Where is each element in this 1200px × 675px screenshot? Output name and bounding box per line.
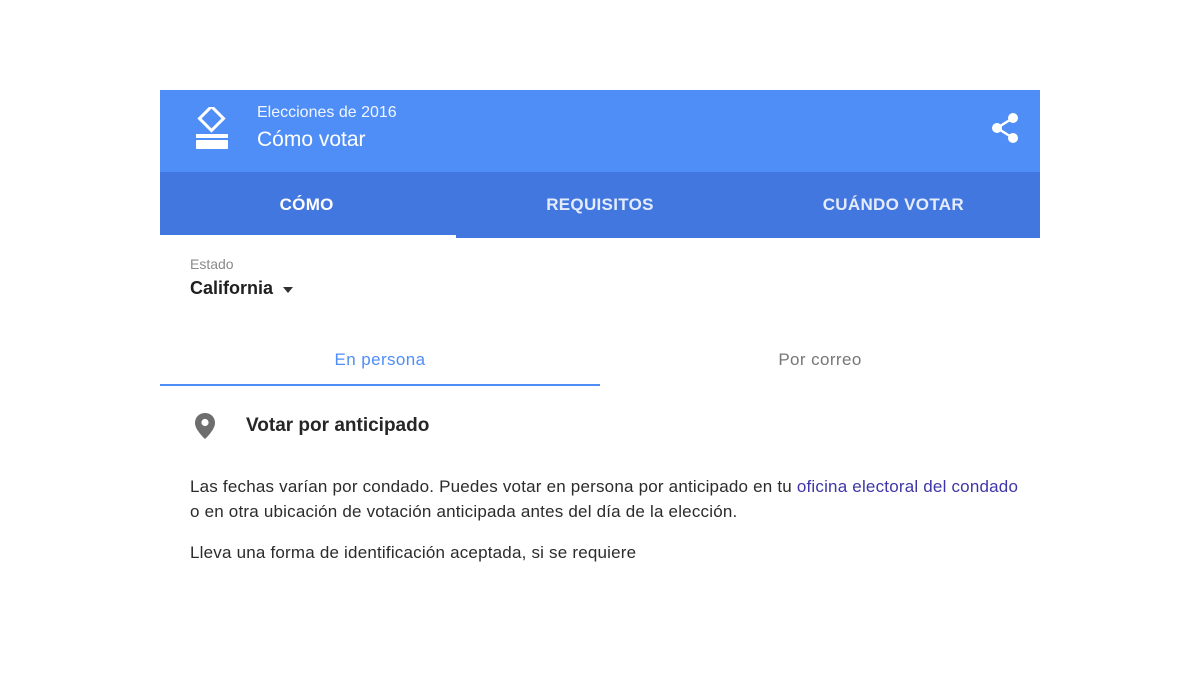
section-title: Votar por anticipado <box>246 415 430 436</box>
main-tabs: CÓMO REQUISITOS CUÁNDO VOTAR <box>160 172 1040 238</box>
id-requirement-text: Lleva una forma de identificación acepta… <box>190 543 637 562</box>
page-title: Cómo votar <box>257 128 366 151</box>
state-selector-block: Estado California <box>190 256 294 299</box>
share-icon[interactable] <box>990 112 1020 144</box>
state-value: California <box>190 278 274 298</box>
location-pin-icon <box>195 413 215 439</box>
tab-requisitos[interactable]: REQUISITOS <box>453 172 746 238</box>
county-election-office-link[interactable]: oficina electoral del condado <box>797 477 1018 496</box>
active-tab-indicator <box>160 235 456 238</box>
voting-mode-tabs: En persona Por correo <box>160 334 1040 386</box>
state-label: Estado <box>190 256 234 272</box>
tab-por-correo[interactable]: Por correo <box>600 334 1040 386</box>
early-voting-description: Las fechas varían por condado. Puedes vo… <box>190 474 1020 524</box>
para1-text-before: Las fechas varían por condado. Puedes vo… <box>190 477 797 496</box>
ballot-box-icon <box>196 107 228 149</box>
section-header: Votar por anticipado <box>194 412 429 440</box>
chevron-down-icon <box>283 286 294 293</box>
para1-text-after: o en otra ubicación de votación anticipa… <box>190 502 738 521</box>
header-subtitle: Elecciones de 2016 <box>257 104 397 121</box>
header-titles: Elecciones de 2016 Cómo votar <box>257 104 397 152</box>
state-dropdown[interactable]: California <box>190 278 294 299</box>
how-to-vote-card: Elecciones de 2016 Cómo votar CÓMO REQUI… <box>160 90 1040 590</box>
header-bar: Elecciones de 2016 Cómo votar <box>160 90 1040 172</box>
tab-cuando-votar[interactable]: CUÁNDO VOTAR <box>747 172 1040 238</box>
tab-en-persona[interactable]: En persona <box>160 334 600 386</box>
tab-como[interactable]: CÓMO <box>160 172 453 238</box>
